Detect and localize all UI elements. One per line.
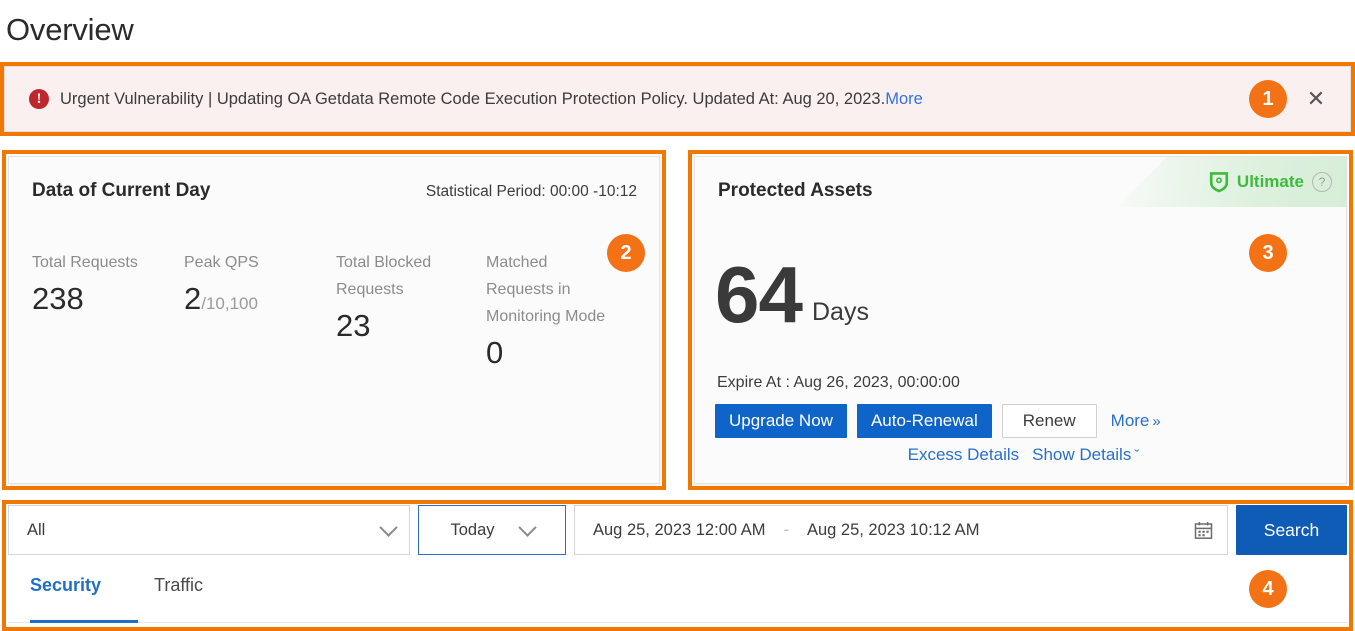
annotation-badge-1: 1	[1249, 80, 1287, 118]
annotation-badge-2: 2	[607, 234, 645, 272]
annotation-badge-4: 4	[1249, 570, 1287, 608]
annotation-frame-3	[688, 150, 1353, 490]
annotation-badge-3: 3	[1249, 234, 1287, 272]
annotation-frame-4	[2, 500, 1353, 631]
page-title: Overview	[6, 12, 134, 47]
annotation-frame-2	[2, 150, 666, 490]
annotation-frame-1	[0, 62, 1355, 136]
